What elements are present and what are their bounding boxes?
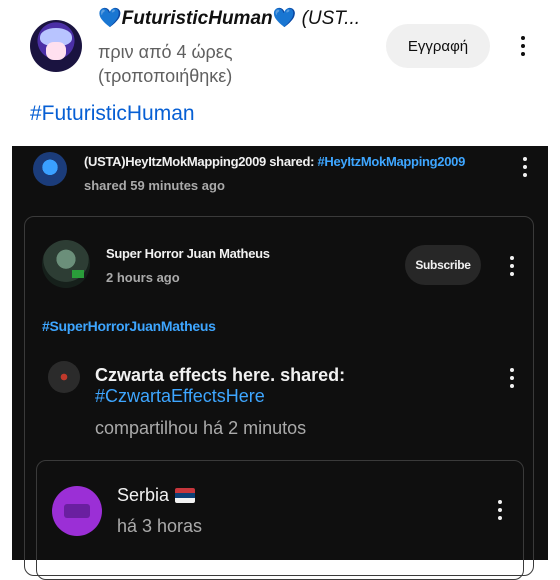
post-edited: (τροποποιήθηκε) <box>98 66 233 86</box>
inner-share-time: compartilhou há 2 minutos <box>95 418 307 438</box>
serbia-flag-icon <box>175 488 195 503</box>
channel-name-suffix: (UST... <box>301 8 360 29</box>
channel-name[interactable]: 💙FuturisticHuman💙 (UST... <box>98 6 360 30</box>
shared-author-line: (USTA)HeyItzMokMapping2009 shared: #HeyI… <box>84 154 465 169</box>
inner-share-more-options-icon[interactable] <box>509 368 515 388</box>
inner-post-time: 2 hours ago <box>106 270 180 285</box>
inner-more-options-icon[interactable] <box>509 256 515 276</box>
nested-channel-avatar[interactable] <box>52 486 102 536</box>
channel-avatar[interactable] <box>30 20 82 72</box>
post-time: πριν από 4 ώρες <box>98 42 233 62</box>
inner-share-hashtag[interactable]: #CzwartaEffectsHere <box>95 386 265 407</box>
inner-share-avatar[interactable] <box>48 361 80 393</box>
nested-channel-name[interactable]: Serbia <box>117 485 169 506</box>
post-meta: πριν από 4 ώρες (τροποποιήθηκε) <box>98 40 233 88</box>
inner-hashtag[interactable]: #SuperHorrorJuanMatheus <box>42 318 216 334</box>
inner-channel-avatar[interactable] <box>42 240 90 288</box>
shared-hashtag[interactable]: #HeyItzMokMapping2009 <box>317 154 465 169</box>
inner-subscribe-button[interactable]: Subscribe <box>405 245 481 285</box>
channel-name-text: FuturisticHuman <box>121 8 273 29</box>
shared-word: shared: <box>269 154 315 169</box>
post-hashtag[interactable]: #FuturisticHuman <box>30 102 195 126</box>
shared-more-options-icon[interactable] <box>522 157 528 177</box>
inner-share-author[interactable]: Czwarta effects here. shared: <box>95 365 345 386</box>
shared-author-avatar[interactable] <box>33 152 67 186</box>
subscribe-button[interactable]: Εγγραφή <box>386 24 490 68</box>
more-options-icon[interactable] <box>520 36 526 56</box>
nested-more-options-icon[interactable] <box>497 500 503 520</box>
blue-heart-icon: 💙 <box>98 8 122 29</box>
nested-post-card <box>36 460 524 580</box>
inner-channel-name[interactable]: Super Horror Juan Matheus <box>106 246 270 261</box>
shared-author[interactable]: (USTA)HeyItzMokMapping2009 <box>84 154 266 169</box>
nested-post-time: há 3 horas <box>117 516 203 536</box>
shared-time: shared 59 minutes ago <box>84 178 225 193</box>
blue-heart-icon: 💙 <box>272 8 297 29</box>
